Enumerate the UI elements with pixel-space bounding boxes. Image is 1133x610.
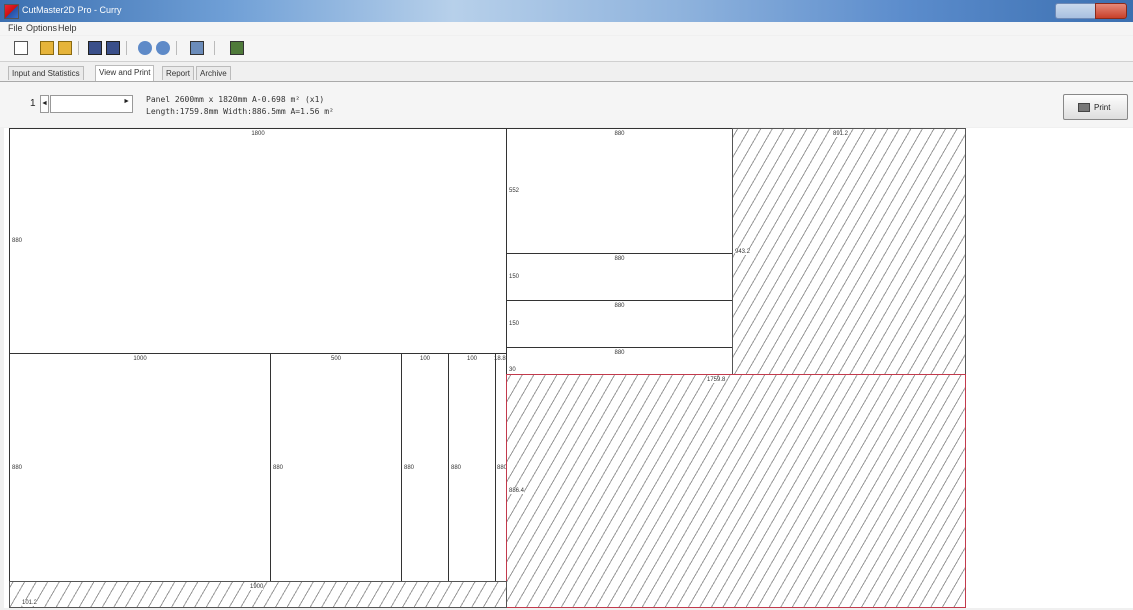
part-height-label: 880 [273, 464, 284, 471]
part-width-label: 880 [614, 303, 625, 309]
panel-info: Panel 2600mm x 1820mm A-0.698 m² (x1) Le… [146, 94, 334, 118]
part-width-label: 880 [614, 256, 625, 262]
tab-input-and-statistics[interactable]: Input and Statistics [8, 66, 84, 80]
print-setup-icon[interactable] [190, 41, 204, 55]
menu-help[interactable]: Help [58, 23, 77, 33]
part-bottom-1[interactable]: 1000 880 [9, 353, 271, 582]
part-width-label: 880 [614, 350, 625, 356]
toolbar-separator [78, 41, 79, 55]
waste-top-right[interactable]: 891.2 943.2 [732, 128, 966, 375]
new-icon[interactable] [14, 41, 28, 55]
chevron-down-icon[interactable]: ► [123, 98, 130, 105]
part-height-label: 880 [12, 238, 23, 244]
part-width-label: 100 [466, 356, 477, 362]
waste-bottom-strip[interactable]: 1900 101.2 [9, 581, 507, 608]
tab-strip: Input and Statistics View and Print Repo… [0, 63, 1133, 82]
scroll-left-icon[interactable]: ◄ [40, 95, 49, 113]
part-mid-b[interactable]: 880 150 [506, 253, 733, 301]
part-width-label: 1000 [133, 356, 147, 362]
part-height-label: 880 [404, 464, 415, 471]
waste-height-label: 101.2 [22, 600, 38, 606]
part-width-label: 1800 [251, 131, 265, 137]
part-width-label: 500 [330, 356, 341, 362]
export-icon[interactable] [230, 41, 244, 55]
part-mid-c[interactable]: 880 150 [506, 300, 733, 348]
menu-options[interactable]: Options [26, 23, 57, 33]
title-bar: CutMaster2D Pro - Curry [0, 0, 1133, 22]
part-height-label: 880 [451, 464, 462, 471]
panel-header: 1 ◄ ► Panel 2600mm x 1820mm A-0.698 m² (… [0, 82, 1133, 127]
part-height-label: 552 [509, 188, 520, 194]
part-mid-d[interactable]: 880 30 [506, 347, 733, 375]
panel-selector[interactable]: ► [50, 95, 133, 113]
waste-width-label: 891.2 [833, 131, 849, 137]
tab-view-and-print[interactable]: View and Print [95, 65, 155, 81]
save-icon[interactable] [88, 41, 102, 55]
part-bottom-3[interactable]: 100 880 [401, 353, 449, 582]
part-width-label: 100 [419, 356, 430, 362]
panel-info-line1: Panel 2600mm x 1820mm A-0.698 m² (x1) [146, 95, 325, 104]
menu-file[interactable]: File [8, 23, 23, 33]
open-icon[interactable] [40, 41, 54, 55]
open-recent-icon[interactable] [58, 41, 72, 55]
window-controls[interactable] [1055, 3, 1127, 19]
part-bottom-4[interactable]: 100 880 [448, 353, 496, 582]
part-width-label: 18.8 [494, 356, 506, 362]
printer-icon [1078, 103, 1090, 112]
toolbar-separator [176, 41, 177, 55]
waste-width-label: 1759.8 [707, 377, 726, 383]
part-bottom-2[interactable]: 500 880 [270, 353, 402, 582]
page-number: 1 [30, 98, 36, 109]
panel-info-line2: Length:1759.8mm Width:886.5mm A=1.56 m² [146, 107, 334, 116]
save-as-icon[interactable] [106, 41, 120, 55]
close-icon[interactable] [1095, 3, 1127, 19]
waste-height-label: 886.4 [509, 488, 525, 494]
app-icon [4, 4, 19, 19]
window-title: CutMaster2D Pro - Curry [22, 5, 122, 15]
part-height-label: 150 [509, 274, 520, 280]
part-width-label: 880 [614, 131, 625, 137]
part-top-big[interactable]: 1800 880 [9, 128, 507, 354]
part-mid-a[interactable]: 880 552 [506, 128, 733, 254]
print-button[interactable]: Print [1063, 94, 1128, 120]
part-height-label: 150 [509, 321, 520, 327]
waste-bottom-right[interactable]: 1759.8 886.4 [506, 374, 966, 608]
tab-report[interactable]: Report [162, 66, 195, 80]
part-height-label: 30 [509, 367, 516, 373]
waste-width-label: 1900 [250, 584, 264, 590]
tab-archive[interactable]: Archive [196, 66, 231, 80]
print-button-label: Print [1094, 103, 1111, 112]
menu-bar: File Options Help [0, 22, 1133, 35]
toolbar [0, 36, 1133, 62]
optimize-icon[interactable] [138, 41, 152, 55]
waste-height-label: 943.2 [735, 248, 751, 255]
cutting-layout[interactable]: 1800 880 880 552 880 150 880 150 880 30 … [4, 128, 1133, 608]
undo-icon[interactable] [156, 41, 170, 55]
toolbar-separator [214, 41, 215, 55]
toolbar-separator [126, 41, 127, 55]
part-height-label: 880 [12, 464, 23, 471]
